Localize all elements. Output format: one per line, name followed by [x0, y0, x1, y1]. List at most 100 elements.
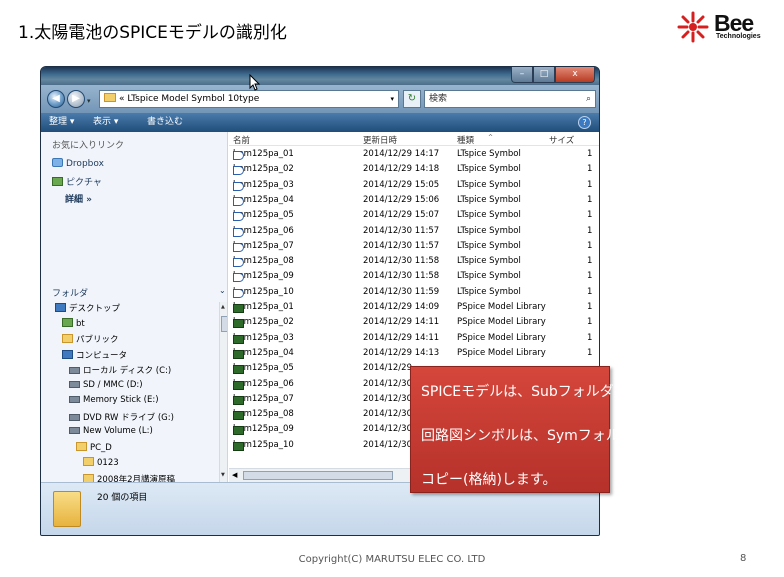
folder-icon: [104, 93, 116, 102]
tree-item-label: PC_D: [90, 442, 112, 453]
tree-item[interactable]: コンピュータ: [62, 349, 127, 361]
desktop-icon: [55, 303, 66, 312]
scrollbar-thumb[interactable]: [221, 316, 227, 332]
file-name: hem125pa_09: [233, 271, 294, 283]
file-row[interactable]: hem125pa_03 2014/12/29 15:05 LTspice Symbo…: [229, 178, 599, 193]
file-row[interactable]: hem125pa_01 2014/12/29 14:17 LTspice Symbo…: [229, 147, 599, 162]
file-row[interactable]: hem125pa_02 2014/12/29 14:18 LTspice Symbo…: [229, 162, 599, 177]
search-input[interactable]: 検索 ⌕: [424, 90, 596, 108]
refresh-button[interactable]: ↻: [403, 90, 421, 108]
file-size: 1: [587, 225, 593, 236]
close-button[interactable]: x: [555, 67, 595, 83]
sort-arrow-icon: ^: [488, 134, 494, 141]
library-file-icon: [233, 319, 244, 329]
scroll-up-icon[interactable]: ▲: [221, 304, 225, 310]
tree-item[interactable]: DVD RW ドライブ (G:): [69, 411, 174, 423]
symbol-file-icon: [233, 166, 244, 176]
file-date: 2014/12/30: [363, 378, 412, 389]
file-row[interactable]: hem125pa_01 2014/12/29 14:09 PSpice Model …: [229, 300, 599, 315]
favorites-more-link[interactable]: 詳細 »: [65, 192, 92, 205]
tree-item[interactable]: SD / MMC (D:): [69, 380, 143, 390]
file-name: hem125pa_10: [233, 287, 294, 298]
column-size[interactable]: サイズ: [549, 134, 574, 146]
file-row[interactable]: hem125pa_08 2014/12/30 11:58 LTspice Symbo…: [229, 254, 599, 269]
dropbox-icon: [52, 158, 63, 167]
file-row[interactable]: hem125pa_02 2014/12/29 14:11 PSpice Model …: [229, 315, 599, 330]
drive-icon: [69, 427, 80, 434]
symbol-file-icon: [233, 151, 244, 160]
folders-header[interactable]: フォルダ: [52, 286, 88, 299]
help-button[interactable]: ?: [578, 116, 591, 129]
drive-icon: [69, 413, 80, 421]
file-size: 1: [587, 210, 593, 221]
navigation-pane: お気に入りリンク Dropbox ピクチャ 詳細 » フォルダ ⌄ デスクトップ…: [41, 132, 228, 482]
column-type[interactable]: 種類: [457, 134, 474, 146]
file-name: hem125pa_05: [233, 363, 294, 375]
minimize-button[interactable]: –: [511, 67, 533, 83]
file-date: 2014/12/30: [363, 393, 412, 404]
tree-item[interactable]: デスクトップ: [55, 302, 120, 314]
file-name: hem125pa_04: [233, 348, 294, 359]
tree-item[interactable]: 2008年2月講演原稿: [83, 473, 175, 482]
tree-item-label: DVD RW ドライブ (G:): [83, 412, 174, 423]
tree-item[interactable]: bt: [62, 317, 85, 329]
tree-item[interactable]: PC_D: [76, 441, 112, 453]
symbol-file-icon: [233, 212, 244, 222]
recent-pages-chevron-icon[interactable]: ▾: [87, 97, 91, 105]
file-date: 2014/12/30 11:57: [363, 240, 440, 251]
file-name: hem125pa_02: [233, 164, 294, 176]
favorite-pictures[interactable]: ピクチャ: [52, 175, 102, 188]
folder-icon: [76, 441, 87, 451]
favorites-header: お気に入りリンク: [52, 141, 125, 151]
column-date[interactable]: 更新日時: [363, 134, 397, 146]
file-row[interactable]: hem125pa_03 2014/12/29 14:11 PSpice Model …: [229, 331, 599, 346]
file-date: 2014/12/29 14:11: [363, 317, 440, 328]
file-row[interactable]: hem125pa_09 2014/12/30 11:58 LTspice Symbo…: [229, 269, 599, 284]
back-button[interactable]: ◀: [47, 90, 65, 108]
symbol-file-icon: [233, 227, 244, 237]
file-size: 1: [587, 179, 593, 190]
burn-button[interactable]: 書き込む: [147, 113, 183, 132]
column-name[interactable]: 名前: [233, 134, 250, 146]
favorite-dropbox[interactable]: Dropbox: [52, 158, 104, 169]
drive-icon: [69, 380, 80, 388]
file-size: 1: [587, 317, 593, 328]
tree-item[interactable]: パブリック: [62, 333, 119, 345]
file-row[interactable]: hem125pa_06 2014/12/30 11:57 LTspice Symbo…: [229, 224, 599, 239]
views-button[interactable]: 表示 ▾: [93, 113, 118, 132]
horizontal-scrollbar-thumb[interactable]: [243, 471, 393, 480]
window-titlebar[interactable]: – □ x: [41, 67, 599, 85]
maximize-button[interactable]: □: [533, 67, 555, 83]
scroll-down-icon[interactable]: ▼: [221, 472, 225, 478]
symbol-file-icon: [233, 242, 244, 252]
file-name: hem125pa_06: [233, 379, 294, 390]
forward-button[interactable]: ▶: [67, 90, 85, 108]
scroll-left-icon[interactable]: ◀: [232, 471, 237, 479]
address-bar[interactable]: « LTspice Model Symbol 10type ▾: [99, 90, 399, 108]
file-row[interactable]: hem125pa_07 2014/12/30 11:57 LTspice Symbo…: [229, 239, 599, 254]
file-name: hem125pa_08: [233, 256, 294, 268]
tree-item-label: コンピュータ: [76, 350, 128, 361]
organize-button[interactable]: 整理 ▾: [49, 113, 74, 132]
file-type: PSpice Model Library: [457, 332, 546, 343]
tree-item[interactable]: Memory Stick (E:): [69, 395, 159, 405]
navigation-scrollbar[interactable]: ▲ ▼: [219, 302, 227, 482]
folders-chevron-icon[interactable]: ⌄: [219, 286, 226, 295]
file-date: 2014/12/29 14:18: [363, 164, 440, 175]
file-row[interactable]: hem125pa_10 2014/12/30 11:59 LTspice Symbo…: [229, 285, 599, 300]
tree-item[interactable]: 0123: [83, 457, 119, 468]
file-type: LTspice Symbol: [457, 149, 521, 159]
tree-item[interactable]: ローカル ディスク (C:): [69, 364, 171, 376]
symbol-file-icon: [233, 181, 244, 191]
tree-item-label: Memory Stick (E:): [83, 395, 159, 405]
file-row[interactable]: hem125pa_05 2014/12/29 15:07 LTspice Symbo…: [229, 208, 599, 223]
search-icon[interactable]: ⌕: [586, 91, 591, 107]
tree-item[interactable]: New Volume (L:): [69, 426, 153, 436]
address-prefix: «: [119, 94, 125, 104]
file-name: hem125pa_03: [233, 333, 294, 344]
page-number: 8: [740, 553, 747, 564]
address-dropdown-icon[interactable]: ▾: [390, 91, 394, 107]
file-row[interactable]: hem125pa_04 2014/12/29 14:13 PSpice Model …: [229, 346, 599, 361]
file-row[interactable]: hem125pa_04 2014/12/29 15:06 LTspice Symbo…: [229, 193, 599, 208]
slide-title: 1.太陽電池のSPICEモデルの識別化: [18, 23, 287, 43]
